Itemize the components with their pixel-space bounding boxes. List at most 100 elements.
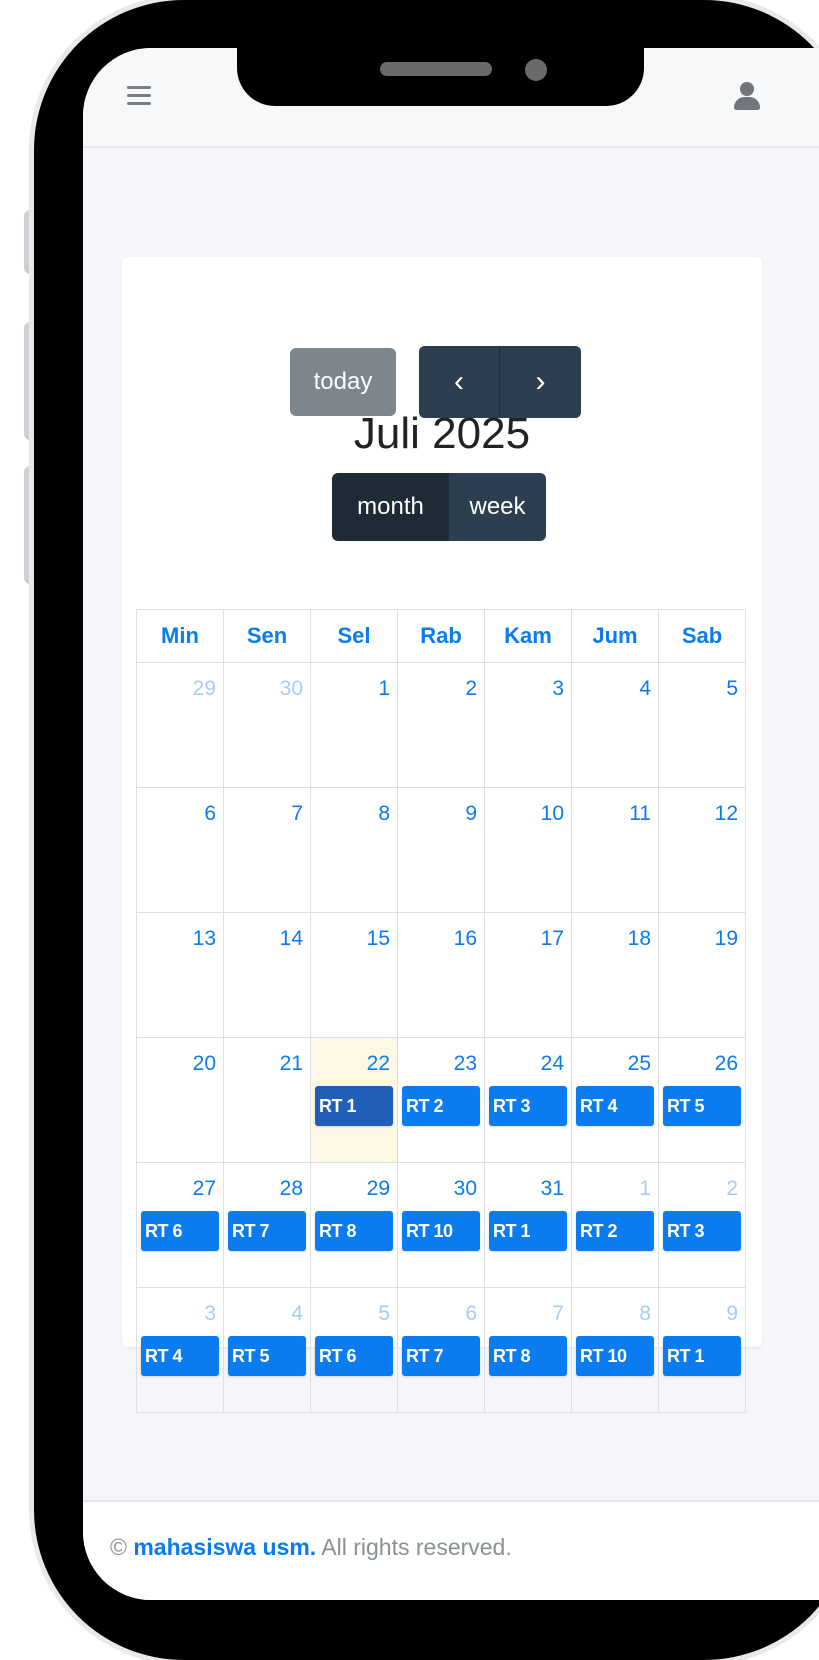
- calendar-event[interactable]: RT 3: [489, 1086, 567, 1126]
- day-number[interactable]: 8: [572, 1288, 658, 1330]
- calendar-event[interactable]: RT 5: [228, 1336, 306, 1376]
- calendar-event[interactable]: RT 8: [489, 1336, 567, 1376]
- next-button[interactable]: ›: [500, 346, 581, 418]
- day-cell[interactable]: 9: [397, 787, 485, 913]
- day-cell[interactable]: 3: [484, 662, 572, 788]
- day-cell[interactable]: 3 RT 4: [136, 1287, 224, 1413]
- day-number[interactable]: 13: [137, 913, 223, 955]
- today-button[interactable]: today: [290, 348, 396, 416]
- day-cell[interactable]: 4 RT 5: [223, 1287, 311, 1413]
- calendar-event[interactable]: RT 1: [489, 1211, 567, 1251]
- day-number[interactable]: 20: [137, 1038, 223, 1080]
- day-number[interactable]: 6: [137, 788, 223, 830]
- day-number[interactable]: 29: [137, 663, 223, 705]
- day-cell[interactable]: 11: [571, 787, 659, 913]
- day-number[interactable]: 14: [224, 913, 310, 955]
- day-number[interactable]: 31: [485, 1163, 571, 1205]
- day-cell[interactable]: 15: [310, 912, 398, 1038]
- calendar-event[interactable]: RT 4: [141, 1336, 219, 1376]
- day-number[interactable]: 7: [224, 788, 310, 830]
- calendar-event[interactable]: RT 2: [576, 1211, 654, 1251]
- day-cell[interactable]: 2: [397, 662, 485, 788]
- day-number[interactable]: 27: [137, 1163, 223, 1205]
- day-cell[interactable]: 2 RT 3: [658, 1162, 746, 1288]
- day-cell[interactable]: 23 RT 2: [397, 1037, 485, 1163]
- day-cell[interactable]: 5: [658, 662, 746, 788]
- day-number[interactable]: 9: [659, 1288, 745, 1330]
- calendar-event[interactable]: RT 1: [663, 1336, 741, 1376]
- day-cell[interactable]: 21: [223, 1037, 311, 1163]
- day-cell[interactable]: 12: [658, 787, 746, 913]
- day-cell[interactable]: 4: [571, 662, 659, 788]
- day-number[interactable]: 12: [659, 788, 745, 830]
- day-number[interactable]: 29: [311, 1163, 397, 1205]
- hamburger-icon[interactable]: [127, 86, 151, 106]
- day-cell[interactable]: 25 RT 4: [571, 1037, 659, 1163]
- day-number[interactable]: 16: [398, 913, 484, 955]
- day-number[interactable]: 15: [311, 913, 397, 955]
- day-cell[interactable]: 19: [658, 912, 746, 1038]
- calendar-event[interactable]: RT 5: [663, 1086, 741, 1126]
- day-number[interactable]: 11: [572, 788, 658, 830]
- day-cell[interactable]: 1 RT 2: [571, 1162, 659, 1288]
- day-cell[interactable]: 27 RT 6: [136, 1162, 224, 1288]
- day-cell[interactable]: 5 RT 6: [310, 1287, 398, 1413]
- day-cell[interactable]: 7 RT 8: [484, 1287, 572, 1413]
- week-view-button[interactable]: week: [449, 473, 546, 541]
- day-number[interactable]: 19: [659, 913, 745, 955]
- day-number[interactable]: 4: [224, 1288, 310, 1330]
- calendar-event[interactable]: RT 10: [576, 1336, 654, 1376]
- day-cell[interactable]: 8: [310, 787, 398, 913]
- calendar-event[interactable]: RT 4: [576, 1086, 654, 1126]
- month-view-button[interactable]: month: [332, 473, 449, 541]
- day-cell[interactable]: 28 RT 7: [223, 1162, 311, 1288]
- calendar-event[interactable]: RT 3: [663, 1211, 741, 1251]
- day-cell[interactable]: 29 RT 8: [310, 1162, 398, 1288]
- prev-button[interactable]: ‹: [419, 346, 500, 418]
- day-number[interactable]: 5: [659, 663, 745, 705]
- calendar-event[interactable]: RT 6: [315, 1336, 393, 1376]
- day-number[interactable]: 1: [311, 663, 397, 705]
- day-number[interactable]: 23: [398, 1038, 484, 1080]
- day-number[interactable]: 3: [485, 663, 571, 705]
- calendar-event[interactable]: RT 2: [402, 1086, 480, 1126]
- day-number[interactable]: 3: [137, 1288, 223, 1330]
- day-number[interactable]: 1: [572, 1163, 658, 1205]
- day-cell[interactable]: 10: [484, 787, 572, 913]
- day-cell[interactable]: 6 RT 7: [397, 1287, 485, 1413]
- day-cell[interactable]: 1: [310, 662, 398, 788]
- day-number[interactable]: 26: [659, 1038, 745, 1080]
- day-number[interactable]: 18: [572, 913, 658, 955]
- day-cell[interactable]: 8 RT 10: [571, 1287, 659, 1413]
- calendar-event[interactable]: RT 1: [315, 1086, 393, 1126]
- calendar-event[interactable]: RT 6: [141, 1211, 219, 1251]
- day-number[interactable]: 28: [224, 1163, 310, 1205]
- day-cell[interactable]: 16: [397, 912, 485, 1038]
- day-cell[interactable]: 30: [223, 662, 311, 788]
- day-number[interactable]: 30: [398, 1163, 484, 1205]
- day-number[interactable]: 22: [311, 1038, 397, 1080]
- day-number[interactable]: 7: [485, 1288, 571, 1330]
- calendar-event[interactable]: RT 7: [402, 1336, 480, 1376]
- day-number[interactable]: 17: [485, 913, 571, 955]
- day-number[interactable]: 4: [572, 663, 658, 705]
- day-number[interactable]: 2: [398, 663, 484, 705]
- day-number[interactable]: 5: [311, 1288, 397, 1330]
- day-cell[interactable]: 13: [136, 912, 224, 1038]
- day-cell[interactable]: 29: [136, 662, 224, 788]
- brand-link[interactable]: mahasiswa usm.: [133, 1534, 316, 1560]
- day-cell[interactable]: 24 RT 3: [484, 1037, 572, 1163]
- day-number[interactable]: 21: [224, 1038, 310, 1080]
- day-number[interactable]: 6: [398, 1288, 484, 1330]
- day-number[interactable]: 25: [572, 1038, 658, 1080]
- day-cell[interactable]: 31 RT 1: [484, 1162, 572, 1288]
- day-number[interactable]: 2: [659, 1163, 745, 1205]
- user-icon[interactable]: [733, 82, 761, 112]
- day-cell[interactable]: 17: [484, 912, 572, 1038]
- day-cell[interactable]: 6: [136, 787, 224, 913]
- day-cell[interactable]: 9 RT 1: [658, 1287, 746, 1413]
- day-number[interactable]: 9: [398, 788, 484, 830]
- day-cell[interactable]: 22 RT 1: [310, 1037, 398, 1163]
- day-cell[interactable]: 26 RT 5: [658, 1037, 746, 1163]
- calendar-event[interactable]: RT 10: [402, 1211, 480, 1251]
